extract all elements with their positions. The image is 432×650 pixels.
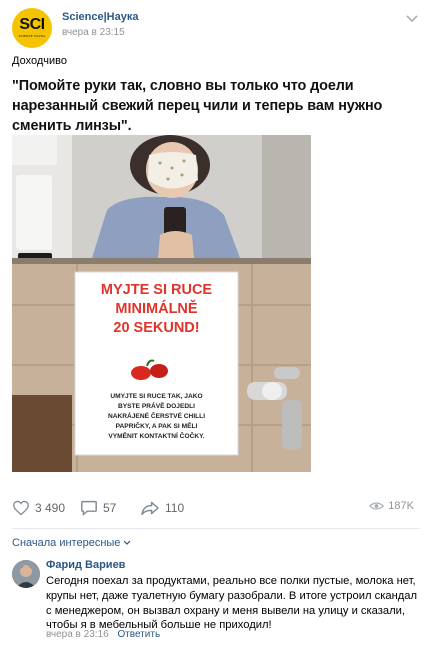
share-button[interactable]: 110 — [140, 498, 184, 518]
heart-icon — [13, 500, 29, 516]
sign-body-line-5: VYMĚNIT KONTAKTNÍ ČOČKY. — [108, 433, 205, 440]
like-button[interactable]: 3 490 — [12, 498, 65, 518]
divider — [12, 528, 420, 529]
comments-sort-label: Сначала интересные — [12, 537, 121, 549]
post-author[interactable]: Science|Наука — [62, 11, 138, 23]
sign-body-line-2: BYSTE PRÁVĚ DOJEDLI — [118, 403, 195, 410]
sign-title-line-1: MYJTE SI RUCE — [100, 282, 213, 298]
avatar-image — [12, 560, 40, 588]
comment-button[interactable]: 57 — [80, 498, 116, 518]
sign-body: UMYJTE SI RUCE TAK, JAKO BYSTE PRÁVĚ DOJ… — [75, 392, 238, 442]
sign-body-line-3: NAKRÁJENÉ ČERSTVÉ CHILLI — [107, 413, 206, 420]
sign-title-line-2: MINIMÁLNĚ — [115, 301, 198, 317]
chevron-down-icon[interactable] — [406, 14, 418, 24]
eye-icon — [369, 502, 385, 510]
comment-count: 57 — [103, 501, 117, 515]
reply-button[interactable]: Ответить — [117, 629, 160, 640]
post-text: "Помойте руки так, словно вы только что … — [12, 78, 383, 134]
post-photo[interactable]: MYJTE SI RUCE MINIMÁLNĚ 20 SEKUND! UMYJT… — [12, 135, 311, 472]
avatar-logo-subtitle: SCIENCE НАУКА — [18, 34, 46, 38]
share-icon — [141, 501, 159, 516]
sign-title-line-3: 20 SEKUND! — [113, 320, 200, 336]
post-actions: 3 490 57 110 187K — [12, 498, 420, 518]
comment-meta: вчера в 23:16 Ответить — [46, 629, 160, 640]
comment-time[interactable]: вчера в 23:16 — [46, 629, 109, 640]
community-avatar[interactable]: SCI SCIENCE НАУКА — [12, 8, 52, 48]
sign-body-line-1: UMYJTE SI RUCE TAK, JAKO — [110, 393, 203, 400]
comment-avatar[interactable] — [12, 560, 40, 588]
views-count: 187K — [388, 500, 414, 512]
chevron-down-icon — [123, 540, 131, 545]
sign-body-line-4: PAPRIČKY, A PAK SI MĚLI — [115, 423, 198, 430]
sign-text: MYJTE SI RUCE MINIMÁLNĚ 20 SEKUND! — [75, 281, 238, 338]
post-tag: Доходчиво — [12, 55, 67, 67]
post-time[interactable]: вчера в 23:15 — [62, 27, 125, 38]
comment-author[interactable]: Фарид Вариев — [46, 559, 125, 571]
comments-sort-dropdown[interactable]: Сначала интересные — [12, 537, 131, 549]
views-counter: 187K — [369, 500, 414, 512]
avatar-logo: SCI — [19, 16, 45, 33]
comment-icon — [81, 500, 97, 516]
like-count: 3 490 — [35, 501, 66, 515]
share-count: 110 — [165, 501, 185, 515]
comment-text: Сегодня поехал за продуктами, реально вс… — [46, 575, 418, 632]
post-header: SCI SCIENCE НАУКА Science|Наука вчера в … — [12, 8, 420, 48]
